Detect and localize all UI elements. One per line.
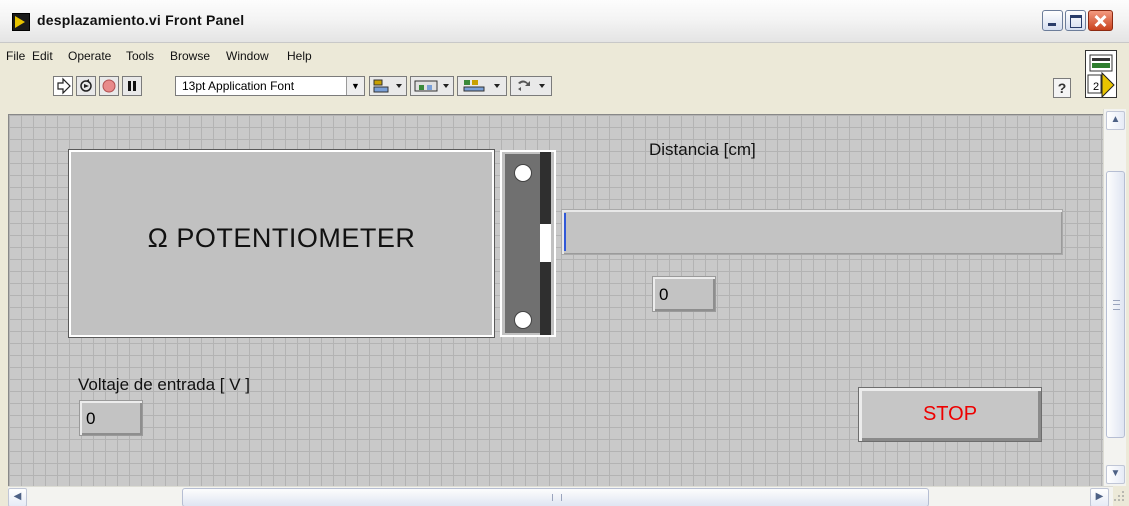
menu-browse[interactable]: Browse (170, 49, 210, 63)
vertical-scrollbar[interactable]: ▲ ▼ (1103, 109, 1126, 486)
distance-numeric-indicator[interactable]: 0 (652, 276, 716, 312)
abort-execution-icon[interactable] (99, 76, 119, 96)
grip-icon (1113, 300, 1120, 310)
horizontal-scrollbar[interactable]: ◀ ▶ (8, 486, 1113, 506)
potentiometer-label: Ω POTENTIOMETER (147, 223, 416, 253)
menu-operate[interactable]: Operate (68, 49, 111, 63)
minimize-button[interactable] (1042, 10, 1063, 31)
close-button[interactable] (1088, 10, 1113, 31)
menu-help[interactable]: Help (287, 49, 312, 63)
chevron-down-icon: ▼ (346, 77, 364, 95)
scroll-up-icon[interactable]: ▲ (1106, 111, 1125, 130)
front-panel-canvas[interactable]: Ω POTENTIOMETER Distancia [cm] 0 Voltaje… (8, 114, 1103, 487)
grip-icon (552, 494, 562, 501)
vertical-scroll-thumb[interactable] (1106, 171, 1125, 438)
menu-tools[interactable]: Tools (126, 49, 154, 63)
reorder-icon[interactable] (510, 76, 552, 96)
connector-number: 2 (1093, 81, 1100, 93)
maximize-button[interactable] (1065, 10, 1086, 31)
menu-file[interactable]: File (6, 49, 25, 63)
menu-window[interactable]: Window (226, 49, 269, 63)
menu-edit[interactable]: Edit (32, 49, 53, 63)
toolbar: 13pt Application Font ▼ ? (0, 66, 1129, 114)
window-title: desplazamiento.vi Front Panel (37, 12, 245, 28)
run-continuously-icon[interactable] (76, 76, 96, 96)
pause-icon[interactable] (122, 76, 142, 96)
title-bar[interactable]: desplazamiento.vi Front Panel (0, 0, 1129, 43)
distance-bar-fill (564, 213, 566, 251)
slider-hole-top (514, 164, 532, 182)
distance-bar-indicator (561, 209, 1063, 255)
potentiometer-slider[interactable] (500, 150, 556, 337)
vi-window: desplazamiento.vi Front Panel File Edit … (0, 0, 1129, 506)
labview-vi-icon (12, 13, 30, 31)
scroll-down-icon[interactable]: ▼ (1106, 465, 1125, 484)
slider-notch (540, 224, 551, 262)
horizontal-scroll-thumb[interactable] (182, 488, 929, 506)
slider-hole-bottom (514, 311, 532, 329)
voltage-numeric-indicator[interactable]: 0 (79, 400, 143, 436)
font-selector[interactable]: 13pt Application Font ▼ (175, 76, 365, 96)
menu-bar: File Edit Operate Tools Browse Window He… (0, 44, 1129, 66)
potentiometer-box: Ω POTENTIOMETER (68, 149, 495, 338)
slider-body (505, 154, 541, 333)
align-objects-icon[interactable] (369, 76, 407, 96)
connector-pane-icon[interactable]: 2 (1085, 50, 1117, 99)
stop-button[interactable]: STOP (858, 387, 1042, 442)
resize-objects-icon[interactable] (457, 76, 507, 96)
voltage-label: Voltaje de entrada [ V ] (78, 375, 251, 394)
size-grip-icon[interactable] (1111, 488, 1127, 504)
context-help-button[interactable]: ? (1053, 78, 1071, 98)
distribute-objects-icon[interactable] (410, 76, 454, 96)
scroll-left-icon[interactable]: ◀ (8, 488, 27, 506)
run-arrow-icon[interactable] (53, 76, 73, 96)
scroll-right-icon[interactable]: ▶ (1090, 488, 1109, 506)
distance-label: Distancia [cm] (649, 140, 756, 159)
